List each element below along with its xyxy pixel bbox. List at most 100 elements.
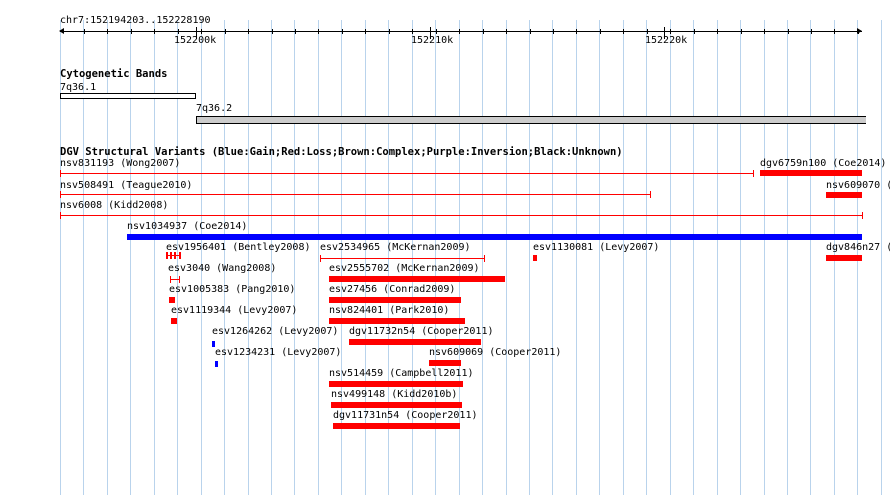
dgv-feature-end-tick bbox=[60, 191, 61, 198]
grid-line bbox=[294, 20, 295, 495]
ruler-minor-tick bbox=[483, 29, 484, 34]
ruler-minor-tick bbox=[412, 29, 413, 34]
ruler-minor-tick bbox=[623, 29, 624, 34]
cytoband-label-7q36-2: 7q36.2 bbox=[196, 103, 233, 114]
grid-line bbox=[623, 20, 624, 495]
dgv-feature-label: esv2534965 (McKernan2009) bbox=[320, 242, 471, 253]
ruler-minor-tick bbox=[389, 29, 390, 34]
ruler-minor-tick bbox=[131, 29, 132, 34]
ruler-left-arrow-icon bbox=[59, 28, 64, 34]
dgv-feature-label: esv1005383 (Pang2010) bbox=[169, 284, 296, 295]
dgv-feature-end-tick bbox=[179, 276, 180, 283]
dgv-feature-label: esv2555702 (McKernan2009) bbox=[329, 263, 480, 274]
dgv-feature-label: dgv6759n100 (Coe2014) bbox=[760, 158, 887, 169]
ruler-minor-tick bbox=[717, 29, 718, 34]
dgv-feature-label: nsv6008 (Kidd2008) bbox=[60, 200, 169, 211]
dgv-feature-label: nsv499148 (Kidd2010b) bbox=[331, 389, 458, 400]
ruler-minor-tick bbox=[365, 29, 366, 34]
dgv-feature-bar[interactable] bbox=[329, 276, 505, 282]
dgv-feature-label: dgv11732n54 (Cooper2011) bbox=[349, 326, 494, 337]
grid-line bbox=[881, 20, 882, 495]
ruler-minor-tick bbox=[342, 29, 343, 34]
ruler-minor-tick bbox=[318, 29, 319, 34]
grid-line bbox=[787, 20, 788, 495]
dgv-feature-label: esv1956401 (Bentley2008) bbox=[166, 242, 311, 253]
dgv-feature-bar[interactable] bbox=[329, 297, 461, 303]
dgv-feature-label: nsv831193 (Wong2007) bbox=[60, 158, 181, 169]
ruler-minor-tick bbox=[436, 29, 437, 34]
grid-line bbox=[318, 20, 319, 495]
grid-line bbox=[576, 20, 577, 495]
dgv-feature-label: nsv508491 (Teague2010) bbox=[60, 180, 193, 191]
ruler-minor-tick bbox=[647, 29, 648, 34]
ruler-minor-tick bbox=[530, 29, 531, 34]
dgv-feature-line[interactable] bbox=[60, 194, 650, 195]
dgv-feature-label: esv27456 (Conrad2009) bbox=[329, 284, 456, 295]
dgv-feature-bar[interactable] bbox=[169, 297, 175, 303]
dgv-feature-line[interactable] bbox=[60, 173, 753, 174]
cytoband-7q36-1[interactable] bbox=[60, 93, 196, 99]
dgv-feature-label: esv1130081 (Levy2007) bbox=[533, 242, 660, 253]
dgv-feature-line[interactable] bbox=[60, 215, 862, 216]
grid-line bbox=[177, 20, 178, 495]
dgv-feature-bar[interactable] bbox=[331, 402, 462, 408]
dgv-feature-bar[interactable] bbox=[127, 234, 862, 240]
dgv-feature-bar[interactable] bbox=[329, 318, 465, 324]
ruler-label-152210k: 152210k bbox=[411, 35, 454, 46]
ruler-minor-tick bbox=[248, 29, 249, 34]
ruler-minor-tick bbox=[154, 29, 155, 34]
grid-line bbox=[764, 20, 765, 495]
grid-line bbox=[506, 20, 507, 495]
cytoband-7q36-2[interactable] bbox=[196, 116, 866, 124]
dgv-feature-end-tick bbox=[170, 276, 171, 283]
ruler-minor-tick bbox=[178, 29, 179, 34]
dgv-feature-bar[interactable] bbox=[760, 170, 862, 176]
dgv-feature-bar[interactable] bbox=[349, 339, 481, 345]
dgv-feature-bar[interactable] bbox=[826, 192, 862, 198]
dgv-feature-bar[interactable] bbox=[533, 255, 537, 261]
dgv-feature-label: nsv514459 (Campbell2011) bbox=[329, 368, 474, 379]
grid-line bbox=[271, 20, 272, 495]
dgv-feature-label: esv1264262 (Levy2007) bbox=[212, 326, 339, 337]
cytoband-track-title: Cytogenetic Bands bbox=[60, 68, 168, 80]
ruler-minor-tick bbox=[459, 29, 460, 34]
dgv-feature-line[interactable] bbox=[320, 258, 484, 259]
ruler-minor-tick bbox=[788, 29, 789, 34]
dgv-feature-bar[interactable] bbox=[215, 361, 218, 367]
dgv-feature-end-tick bbox=[60, 170, 61, 177]
ruler-minor-tick bbox=[764, 29, 765, 34]
grid-line bbox=[599, 20, 600, 495]
genome-browser-view: chr7:152194203..152228190 152200k 152210… bbox=[0, 0, 890, 495]
dgv-feature-label: nsv1034937 (Coe2014) bbox=[127, 221, 248, 232]
ruler-minor-tick bbox=[553, 29, 554, 34]
dgv-feature-line[interactable] bbox=[170, 279, 179, 280]
dgv-feature-label: nsv824401 (Park2010) bbox=[329, 305, 450, 316]
dgv-feature-label: nsv609069 (Cooper2011) bbox=[429, 347, 562, 358]
ruler-minor-tick bbox=[576, 29, 577, 34]
dgv-feature-end-tick bbox=[862, 212, 863, 219]
dgv-feature-bar[interactable] bbox=[329, 381, 463, 387]
dgv-feature-segment bbox=[179, 252, 181, 259]
dgv-feature-label: esv1234231 (Levy2007) bbox=[215, 347, 342, 358]
dgv-feature-end-tick bbox=[650, 191, 651, 198]
ruler-minor-tick bbox=[295, 29, 296, 34]
dgv-feature-bar[interactable] bbox=[826, 255, 862, 261]
grid-line bbox=[154, 20, 155, 495]
dgv-feature-bar[interactable] bbox=[171, 318, 177, 324]
ruler-minor-tick bbox=[694, 29, 695, 34]
ruler-label-152220k: 152220k bbox=[645, 35, 688, 46]
ruler-minor-tick bbox=[272, 29, 273, 34]
dgv-track-title: DGV Structural Variants (Blue:Gain;Red:L… bbox=[60, 146, 623, 158]
grid-line bbox=[670, 20, 671, 495]
grid-line bbox=[201, 20, 202, 495]
ruler-minor-tick bbox=[670, 29, 671, 34]
dgv-feature-label: dgv11731n54 (Cooper2011) bbox=[333, 410, 478, 421]
cytoband-label-7q36-1: 7q36.1 bbox=[60, 82, 97, 93]
dgv-feature-bar[interactable] bbox=[429, 360, 461, 366]
dgv-feature-bar[interactable] bbox=[333, 423, 460, 429]
ruler-minor-tick bbox=[811, 29, 812, 34]
ruler-minor-tick bbox=[834, 29, 835, 34]
ruler-minor-tick bbox=[107, 29, 108, 34]
dgv-feature-segment bbox=[166, 252, 168, 259]
grid-line bbox=[810, 20, 811, 495]
